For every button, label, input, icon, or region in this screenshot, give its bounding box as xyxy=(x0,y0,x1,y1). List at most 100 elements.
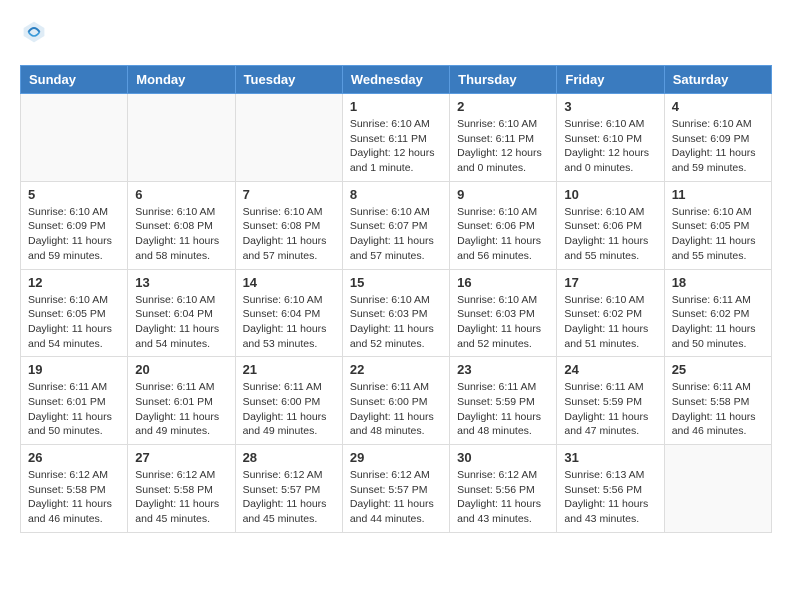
day-info: Sunrise: 6:11 AM Sunset: 6:00 PM Dayligh… xyxy=(350,380,442,439)
calendar-cell: 26 Sunrise: 6:12 AM Sunset: 5:58 PM Dayli… xyxy=(21,445,128,533)
calendar-cell: 27Sunrise: 6:12 AM Sunset: 5:58 PM Dayli… xyxy=(128,445,235,533)
day-number: 25 xyxy=(672,362,764,377)
day-info: Sunrise: 6:13 AM Sunset: 5:56 PM Dayligh… xyxy=(564,468,656,527)
day-info: Sunrise: 6:10 AM Sunset: 6:09 PM Dayligh… xyxy=(672,117,764,176)
day-number: 13 xyxy=(135,275,227,290)
day-number: 15 xyxy=(350,275,442,290)
day-info: Sunrise: 6:10 AM Sunset: 6:08 PM Dayligh… xyxy=(243,205,335,264)
calendar-cell: 17 Sunrise: 6:10 AM Sunset: 6:02 PM Dayli… xyxy=(557,269,664,357)
logo-icon xyxy=(22,20,46,44)
calendar-cell: 31 Sunrise: 6:13 AM Sunset: 5:56 PM Dayli… xyxy=(557,445,664,533)
day-number: 5 xyxy=(28,187,120,202)
day-info: Sunrise: 6:11 AM Sunset: 6:00 PM Dayligh… xyxy=(243,380,335,439)
day-info: Sunrise: 6:10 AM Sunset: 6:07 PM Dayligh… xyxy=(350,205,442,264)
day-info: Sunrise: 6:11 AM Sunset: 5:59 PM Dayligh… xyxy=(564,380,656,439)
day-info: Sunrise: 6:12 AM Sunset: 5:57 PM Dayligh… xyxy=(243,468,335,527)
day-number: 23 xyxy=(457,362,549,377)
day-info: Sunrise: 6:11 AM Sunset: 6:02 PM Dayligh… xyxy=(672,293,764,352)
calendar-cell: 11 Sunrise: 6:10 AM Sunset: 6:05 PM Dayli… xyxy=(664,181,771,269)
calendar-cell: 25 Sunrise: 6:11 AM Sunset: 5:58 PM Dayli… xyxy=(664,357,771,445)
day-number: 22 xyxy=(350,362,442,377)
day-number: 2 xyxy=(457,99,549,114)
day-number: 8 xyxy=(350,187,442,202)
calendar-week-row: 12 Sunrise: 6:10 AM Sunset: 6:05 PM Dayli… xyxy=(21,269,772,357)
page-header xyxy=(20,20,772,49)
weekday-header-wednesday: Wednesday xyxy=(342,66,449,94)
calendar-cell: 20Sunrise: 6:11 AM Sunset: 6:01 PM Dayli… xyxy=(128,357,235,445)
weekday-header-saturday: Saturday xyxy=(664,66,771,94)
calendar-cell: 18 Sunrise: 6:11 AM Sunset: 6:02 PM Dayli… xyxy=(664,269,771,357)
day-info: Sunrise: 6:10 AM Sunset: 6:04 PM Dayligh… xyxy=(243,293,335,352)
calendar-cell: 24 Sunrise: 6:11 AM Sunset: 5:59 PM Dayli… xyxy=(557,357,664,445)
calendar-cell: 6 Sunrise: 6:10 AM Sunset: 6:08 PM Daylig… xyxy=(128,181,235,269)
day-info: Sunrise: 6:11 AM Sunset: 6:01 PM Dayligh… xyxy=(135,380,227,439)
calendar-cell: 4 Sunrise: 6:10 AM Sunset: 6:09 PM Daylig… xyxy=(664,94,771,182)
day-info: Sunrise: 6:10 AM Sunset: 6:04 PM Dayligh… xyxy=(135,293,227,352)
day-number: 19 xyxy=(28,362,120,377)
calendar-cell: 12 Sunrise: 6:10 AM Sunset: 6:05 PM Dayli… xyxy=(21,269,128,357)
day-info: Sunrise: 6:10 AM Sunset: 6:06 PM Dayligh… xyxy=(564,205,656,264)
day-info: Sunrise: 6:10 AM Sunset: 6:03 PM Dayligh… xyxy=(350,293,442,352)
day-number: 29 xyxy=(350,450,442,465)
day-info: Sunrise: 6:10 AM Sunset: 6:02 PM Dayligh… xyxy=(564,293,656,352)
day-info: Sunrise: 6:10 AM Sunset: 6:05 PM Dayligh… xyxy=(672,205,764,264)
weekday-header-friday: Friday xyxy=(557,66,664,94)
day-info: Sunrise: 6:11 AM Sunset: 5:58 PM Dayligh… xyxy=(672,380,764,439)
day-number: 10 xyxy=(564,187,656,202)
day-info: Sunrise: 6:12 AM Sunset: 5:56 PM Dayligh… xyxy=(457,468,549,527)
day-number: 12 xyxy=(28,275,120,290)
day-number: 17 xyxy=(564,275,656,290)
day-number: 11 xyxy=(672,187,764,202)
calendar-cell: 3Sunrise: 6:10 AM Sunset: 6:10 PM Daylig… xyxy=(557,94,664,182)
calendar-table: SundayMondayTuesdayWednesdayThursdayFrid… xyxy=(20,65,772,533)
day-info: Sunrise: 6:10 AM Sunset: 6:08 PM Dayligh… xyxy=(135,205,227,264)
calendar-cell: 19 Sunrise: 6:11 AM Sunset: 6:01 PM Dayli… xyxy=(21,357,128,445)
calendar-cell: 9 Sunrise: 6:10 AM Sunset: 6:06 PM Daylig… xyxy=(450,181,557,269)
calendar-cell: 14 Sunrise: 6:10 AM Sunset: 6:04 PM Dayli… xyxy=(235,269,342,357)
weekday-header-sunday: Sunday xyxy=(21,66,128,94)
day-number: 16 xyxy=(457,275,549,290)
calendar-cell xyxy=(235,94,342,182)
day-info: Sunrise: 6:12 AM Sunset: 5:57 PM Dayligh… xyxy=(350,468,442,527)
calendar-cell: 21 Sunrise: 6:11 AM Sunset: 6:00 PM Dayli… xyxy=(235,357,342,445)
day-number: 28 xyxy=(243,450,335,465)
calendar-cell xyxy=(21,94,128,182)
day-info: Sunrise: 6:10 AM Sunset: 6:05 PM Dayligh… xyxy=(28,293,120,352)
day-info: Sunrise: 6:11 AM Sunset: 6:01 PM Dayligh… xyxy=(28,380,120,439)
day-number: 26 xyxy=(28,450,120,465)
day-info: Sunrise: 6:10 AM Sunset: 6:11 PM Dayligh… xyxy=(457,117,549,176)
weekday-header-tuesday: Tuesday xyxy=(235,66,342,94)
calendar-cell: 15 Sunrise: 6:10 AM Sunset: 6:03 PM Dayli… xyxy=(342,269,449,357)
calendar-cell xyxy=(664,445,771,533)
day-info: Sunrise: 6:10 AM Sunset: 6:03 PM Dayligh… xyxy=(457,293,549,352)
day-number: 18 xyxy=(672,275,764,290)
calendar-week-row: 19 Sunrise: 6:11 AM Sunset: 6:01 PM Dayli… xyxy=(21,357,772,445)
weekday-header-thursday: Thursday xyxy=(450,66,557,94)
day-number: 9 xyxy=(457,187,549,202)
day-number: 21 xyxy=(243,362,335,377)
day-number: 30 xyxy=(457,450,549,465)
day-info: Sunrise: 6:10 AM Sunset: 6:06 PM Dayligh… xyxy=(457,205,549,264)
day-number: 3 xyxy=(564,99,656,114)
day-info: Sunrise: 6:12 AM Sunset: 5:58 PM Dayligh… xyxy=(28,468,120,527)
calendar-cell: 22 Sunrise: 6:11 AM Sunset: 6:00 PM Dayli… xyxy=(342,357,449,445)
calendar-week-row: 5Sunrise: 6:10 AM Sunset: 6:09 PM Daylig… xyxy=(21,181,772,269)
calendar-cell: 29 Sunrise: 6:12 AM Sunset: 5:57 PM Dayli… xyxy=(342,445,449,533)
day-number: 24 xyxy=(564,362,656,377)
day-number: 27 xyxy=(135,450,227,465)
calendar-cell: 30 Sunrise: 6:12 AM Sunset: 5:56 PM Dayli… xyxy=(450,445,557,533)
calendar-cell: 23Sunrise: 6:11 AM Sunset: 5:59 PM Dayli… xyxy=(450,357,557,445)
day-number: 1 xyxy=(350,99,442,114)
day-number: 6 xyxy=(135,187,227,202)
logo xyxy=(20,20,46,49)
calendar-cell: 2 Sunrise: 6:10 AM Sunset: 6:11 PM Daylig… xyxy=(450,94,557,182)
weekday-header-monday: Monday xyxy=(128,66,235,94)
day-number: 14 xyxy=(243,275,335,290)
calendar-cell xyxy=(128,94,235,182)
day-info: Sunrise: 6:10 AM Sunset: 6:11 PM Dayligh… xyxy=(350,117,442,176)
day-number: 31 xyxy=(564,450,656,465)
calendar-cell: 1 Sunrise: 6:10 AM Sunset: 6:11 PM Daylig… xyxy=(342,94,449,182)
day-number: 4 xyxy=(672,99,764,114)
calendar-cell: 8 Sunrise: 6:10 AM Sunset: 6:07 PM Daylig… xyxy=(342,181,449,269)
calendar-week-row: 26 Sunrise: 6:12 AM Sunset: 5:58 PM Dayli… xyxy=(21,445,772,533)
